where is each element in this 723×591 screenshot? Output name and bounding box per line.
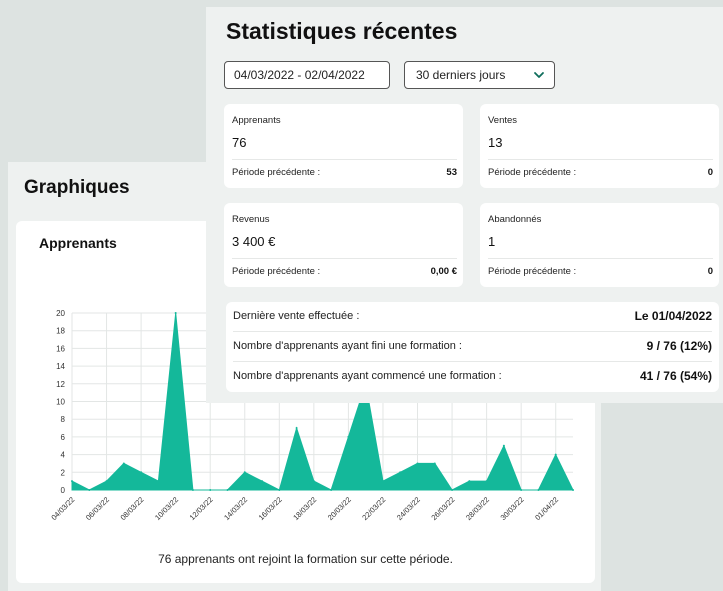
y-tick-label: 6	[61, 433, 66, 442]
stat-card-prev-value: 0	[707, 167, 713, 178]
divider	[232, 258, 457, 259]
graphiques-title: Graphiques	[24, 177, 130, 198]
y-tick-label: 2	[61, 468, 66, 477]
data-point	[278, 489, 281, 491]
stat-card-prev-label: Période précédente :	[488, 266, 577, 277]
summary-label: Nombre d'apprenants ayant fini une forma…	[233, 340, 462, 352]
x-tick-label: 16/03/22	[257, 495, 284, 522]
stat-card-prev-label: Période précédente :	[232, 167, 321, 178]
x-tick-label: 08/03/22	[119, 495, 146, 522]
x-tick-label: 30/03/22	[499, 495, 526, 522]
divider	[232, 159, 457, 160]
data-point	[105, 480, 108, 483]
period-select-value: 30 derniers jours	[416, 68, 506, 82]
summary-row-finished: Nombre d'apprenants ayant fini une forma…	[226, 332, 719, 362]
stat-card-value: 1	[488, 234, 496, 249]
y-tick-label: 8	[61, 415, 66, 424]
data-point	[554, 453, 557, 456]
stat-card-value: 3 400 €	[232, 234, 276, 249]
y-tick-label: 12	[56, 380, 65, 389]
x-tick-label: 24/03/22	[395, 495, 422, 522]
statistiques-panel: Statistiques récentes 04/03/2022 - 02/04…	[206, 7, 723, 403]
summary-row-started: Nombre d'apprenants ayant commencé une f…	[226, 362, 719, 392]
x-tick-label: 12/03/22	[188, 495, 215, 522]
data-point	[399, 471, 402, 474]
summary-row-last-sale: Dernière vente effectuée : Le 01/04/2022	[226, 302, 719, 332]
stat-card-value: 13	[488, 135, 503, 150]
data-point	[226, 489, 229, 491]
y-tick-label: 18	[56, 327, 65, 336]
divider	[488, 159, 713, 160]
data-point	[209, 489, 212, 491]
y-tick-label: 4	[61, 451, 66, 460]
summary-value: Le 01/04/2022	[634, 309, 712, 323]
data-point	[261, 480, 264, 483]
stat-card-label: Ventes	[488, 115, 518, 126]
data-point	[537, 489, 540, 491]
x-tick-label: 20/03/22	[326, 495, 353, 522]
data-point	[433, 462, 436, 465]
stat-card-prev-value: 0,00 €	[430, 266, 457, 277]
data-point	[381, 480, 384, 483]
data-point	[88, 489, 91, 491]
data-point	[347, 435, 350, 438]
period-select[interactable]: 30 derniers jours	[404, 61, 555, 89]
data-point	[312, 480, 315, 483]
data-point	[140, 471, 143, 474]
data-point	[71, 480, 73, 483]
summary-value: 9 / 76 (12%)	[646, 339, 712, 353]
data-point	[520, 489, 523, 491]
stat-card-prev-value: 53	[446, 167, 457, 178]
stat-card-label: Revenus	[232, 214, 270, 225]
x-tick-label: 06/03/22	[84, 495, 111, 522]
x-tick-label: 22/03/22	[360, 495, 387, 522]
y-tick-label: 20	[56, 309, 65, 318]
data-point	[572, 489, 574, 491]
x-tick-label: 10/03/22	[153, 495, 180, 522]
data-point	[330, 489, 333, 491]
data-point	[485, 480, 488, 483]
data-point	[191, 489, 194, 491]
data-point	[243, 471, 246, 474]
summary-value: 41 / 76 (54%)	[639, 369, 712, 383]
chart-caption: 76 apprenants ont rejoint la formation s…	[158, 552, 453, 566]
stat-card-prev-value: 0	[707, 266, 713, 277]
data-point	[451, 489, 454, 491]
data-point	[416, 462, 419, 465]
statistiques-title: Statistiques récentes	[226, 18, 458, 44]
x-tick-label: 26/03/22	[429, 495, 456, 522]
summary-label: Nombre d'apprenants ayant commencé une f…	[233, 370, 502, 382]
stat-card-abandonnes: Abandonnés 1 Période précédente : 0	[480, 203, 719, 287]
stat-card-label: Apprenants	[232, 115, 281, 126]
date-range-value: 04/03/2022 - 02/04/2022	[234, 68, 365, 82]
y-tick-label: 0	[61, 486, 66, 495]
data-point	[468, 480, 471, 483]
x-tick-label: 04/03/22	[49, 495, 76, 522]
divider	[488, 258, 713, 259]
stat-card-ventes: Ventes 13 Période précédente : 0	[480, 104, 719, 188]
x-tick-label: 28/03/22	[464, 495, 491, 522]
data-point	[502, 444, 505, 447]
stat-card-prev-label: Période précédente :	[488, 167, 577, 178]
data-point	[122, 462, 125, 465]
x-tick-label: 01/04/22	[533, 495, 560, 522]
summary-card: Dernière vente effectuée : Le 01/04/2022…	[226, 302, 719, 392]
data-point	[295, 427, 298, 430]
chevron-down-icon	[534, 72, 544, 78]
stat-card-value: 76	[232, 135, 247, 150]
data-point	[157, 480, 160, 483]
stat-card-apprenants: Apprenants 76 Période précédente : 53	[224, 104, 463, 188]
x-tick-label: 14/03/22	[222, 495, 249, 522]
stat-card-revenus: Revenus 3 400 € Période précédente : 0,0…	[224, 203, 463, 287]
y-tick-label: 10	[56, 398, 65, 407]
date-range-input[interactable]: 04/03/2022 - 02/04/2022	[224, 61, 390, 89]
y-tick-label: 16	[56, 344, 65, 353]
summary-label: Dernière vente effectuée :	[233, 310, 360, 322]
x-tick-label: 18/03/22	[291, 495, 318, 522]
y-tick-label: 14	[56, 362, 65, 371]
stat-card-prev-label: Période précédente :	[232, 266, 321, 277]
data-point	[174, 312, 177, 314]
stat-card-label: Abandonnés	[488, 214, 542, 225]
